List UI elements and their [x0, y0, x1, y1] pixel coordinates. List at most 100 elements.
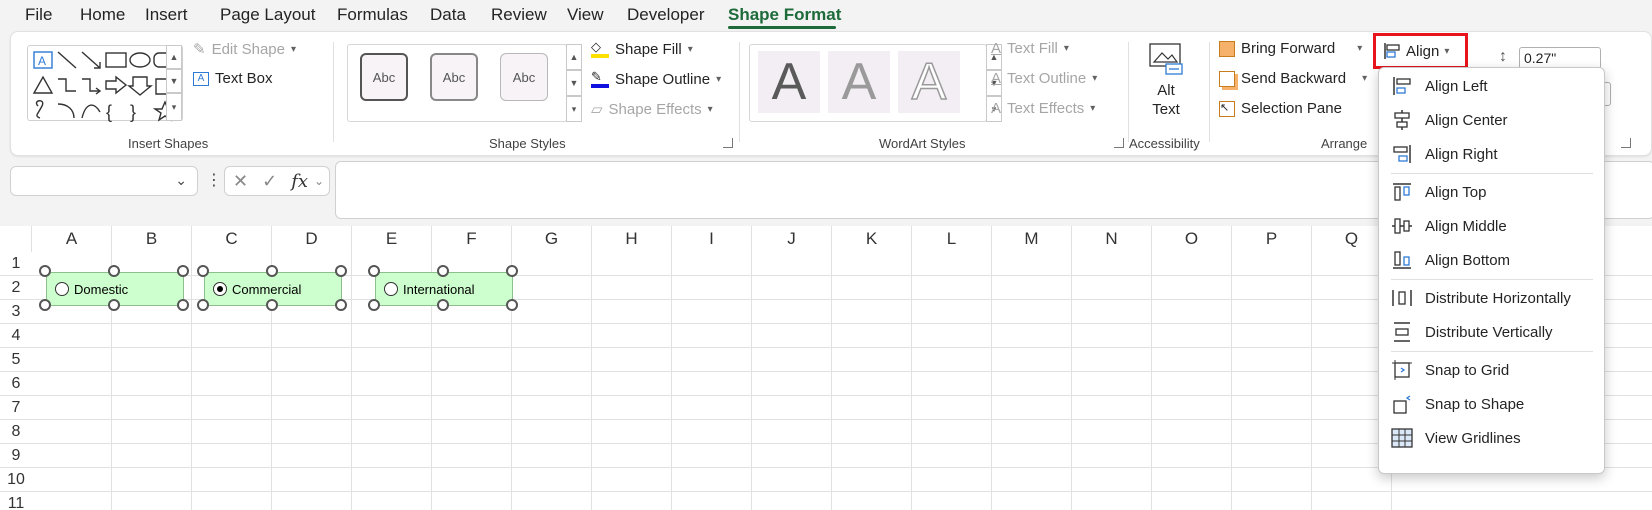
wordart-style-1[interactable]: A — [758, 51, 820, 113]
row-header[interactable]: 3 — [0, 300, 32, 324]
edit-shape-button[interactable]: ✎ Edit Shape ▾ — [193, 40, 296, 59]
wordart-style-3[interactable]: A — [898, 51, 960, 113]
select-all-corner[interactable] — [0, 226, 32, 252]
size-dialog-launcher[interactable] — [1621, 138, 1631, 148]
wordart-style-2[interactable]: A — [828, 51, 890, 113]
styles-scroll-up-button[interactable]: ▲ — [566, 44, 582, 70]
tab-formulas[interactable]: Formulas — [337, 5, 408, 25]
text-outline-button[interactable]: A Text Outline ▾ — [991, 70, 1097, 87]
resize-handle[interactable] — [506, 265, 518, 277]
tab-insert[interactable]: Insert — [145, 5, 188, 25]
alt-text-button[interactable]: Alt Text — [1138, 42, 1194, 132]
resize-handle[interactable] — [177, 265, 189, 277]
shape-height-input[interactable]: 0.27" — [1519, 47, 1601, 69]
column-header[interactable]: G — [512, 226, 592, 252]
column-header[interactable]: L — [912, 226, 992, 252]
column-header[interactable]: O — [1152, 226, 1232, 252]
menu-item-align-center[interactable]: Align Center — [1379, 103, 1604, 137]
chevron-down-icon[interactable]: ⌄ — [175, 172, 187, 189]
row-header[interactable]: 8 — [0, 420, 32, 444]
tab-home[interactable]: Home — [80, 5, 125, 25]
shapes-gallery[interactable]: A { } — [27, 45, 183, 122]
text-fill-button[interactable]: A Text Fill ▾ — [991, 40, 1069, 57]
styles-more-button[interactable]: ▾ — [566, 96, 582, 122]
chevron-down-icon[interactable]: ⌄ — [314, 174, 324, 188]
tab-view[interactable]: View — [567, 5, 604, 25]
column-header[interactable]: I — [672, 226, 752, 252]
shape-styles-gallery[interactable]: Abc Abc Abc — [347, 44, 567, 122]
row-header[interactable]: 9 — [0, 444, 32, 468]
column-header[interactable]: M — [992, 226, 1072, 252]
row-header[interactable]: 1 — [0, 252, 32, 276]
menu-item-distribute-vertically[interactable]: Distribute Vertically — [1379, 315, 1604, 349]
row-header[interactable]: 11 — [0, 492, 32, 510]
menu-item-snap-to-grid[interactable]: Snap to Grid — [1379, 353, 1604, 387]
cancel-icon[interactable]: ✕ — [233, 171, 248, 192]
wordart-dialog-launcher[interactable] — [1114, 138, 1124, 148]
enter-icon[interactable]: ✓ — [262, 171, 277, 192]
column-header[interactable]: C — [192, 226, 272, 252]
tab-shape-format[interactable]: Shape Format — [728, 5, 841, 25]
row-header[interactable]: 7 — [0, 396, 32, 420]
menu-item-align-bottom[interactable]: Align Bottom — [1379, 243, 1604, 277]
resize-handle[interactable] — [197, 265, 209, 277]
column-header[interactable]: N — [1072, 226, 1152, 252]
menu-item-align-middle[interactable]: Align Middle — [1379, 209, 1604, 243]
row-header[interactable]: 2 — [0, 276, 32, 300]
more-options-icon[interactable]: ⋮ — [206, 170, 222, 190]
shape-style-3[interactable]: Abc — [500, 53, 548, 101]
resize-handle[interactable] — [437, 265, 449, 277]
column-header[interactable]: A — [32, 226, 112, 252]
resize-handle[interactable] — [108, 265, 120, 277]
text-effects-button[interactable]: A Text Effects ▾ — [991, 100, 1095, 117]
tab-developer[interactable]: Developer — [627, 5, 705, 25]
tab-page-layout[interactable]: Page Layout — [220, 5, 315, 25]
resize-handle[interactable] — [335, 265, 347, 277]
insert-function-icon[interactable]: fx — [291, 171, 308, 192]
column-header[interactable]: B — [112, 226, 192, 252]
row-header[interactable]: 4 — [0, 324, 32, 348]
menu-item-view-gridlines[interactable]: View Gridlines — [1379, 421, 1604, 455]
resize-handle[interactable] — [335, 299, 347, 311]
column-header[interactable]: D — [272, 226, 352, 252]
shape-style-1[interactable]: Abc — [360, 53, 408, 101]
gallery-scroll-down-button[interactable]: ▼ — [166, 69, 182, 93]
selection-pane-button[interactable]: ↖ Selection Pane — [1219, 100, 1342, 117]
resize-handle[interactable] — [177, 299, 189, 311]
shape-outline-button[interactable]: ✎ Shape Outline ▾ — [591, 70, 721, 88]
column-header[interactable]: H — [592, 226, 672, 252]
name-box[interactable]: ⌄ — [10, 166, 198, 196]
menu-item-snap-to-shape[interactable]: Snap to Shape — [1379, 387, 1604, 421]
shape-fill-button[interactable]: ◇ Shape Fill ▾ — [591, 40, 693, 58]
resize-handle[interactable] — [437, 299, 449, 311]
resize-handle[interactable] — [506, 299, 518, 311]
column-header[interactable]: F — [432, 226, 512, 252]
row-header[interactable]: 6 — [0, 372, 32, 396]
styles-scroll-down-button[interactable]: ▼ — [566, 70, 582, 96]
shape-style-2[interactable]: Abc — [430, 53, 478, 101]
text-box-button[interactable]: A Text Box — [193, 70, 273, 87]
resize-handle[interactable] — [368, 299, 380, 311]
gallery-more-button[interactable]: ▾ — [166, 93, 182, 121]
column-header[interactable]: K — [832, 226, 912, 252]
column-header[interactable]: E — [352, 226, 432, 252]
bring-forward-button[interactable]: Bring Forward ▾ — [1219, 40, 1362, 57]
gallery-scroll-up-button[interactable]: ▲ — [166, 45, 182, 69]
column-header[interactable]: J — [752, 226, 832, 252]
resize-handle[interactable] — [39, 299, 51, 311]
column-header[interactable]: P — [1232, 226, 1312, 252]
row-header[interactable]: 5 — [0, 348, 32, 372]
resize-handle[interactable] — [266, 265, 278, 277]
menu-item-align-left[interactable]: Align Left — [1379, 69, 1604, 103]
resize-handle[interactable] — [39, 265, 51, 277]
tab-data[interactable]: Data — [430, 5, 466, 25]
row-header[interactable]: 10 — [0, 468, 32, 492]
menu-item-align-top[interactable]: Align Top — [1379, 175, 1604, 209]
send-backward-button[interactable]: Send Backward ▾ — [1219, 70, 1367, 87]
resize-handle[interactable] — [266, 299, 278, 311]
align-button[interactable]: Align ▾ — [1373, 33, 1468, 69]
shape-styles-dialog-launcher[interactable] — [723, 138, 733, 148]
menu-item-align-right[interactable]: Align Right — [1379, 137, 1604, 171]
resize-handle[interactable] — [108, 299, 120, 311]
menu-item-distribute-horizontally[interactable]: Distribute Horizontally — [1379, 281, 1604, 315]
